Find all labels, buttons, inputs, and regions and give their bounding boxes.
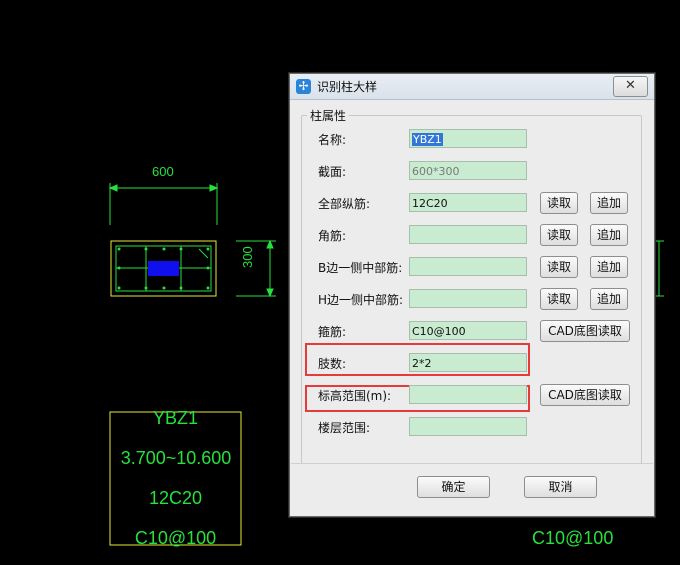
label-floor-range: 楼层范围:: [318, 421, 371, 435]
label-stirrups: 箍筋:: [318, 325, 347, 339]
label-corner-bars: 角筋:: [318, 229, 347, 243]
dim-right-text: 300: [240, 246, 255, 268]
name-field[interactable]: YBZ1: [409, 129, 527, 148]
dimension-width: [108, 183, 219, 225]
section-field[interactable]: 600*300: [409, 161, 527, 180]
annot-right: C10@100: [532, 528, 614, 548]
b-side-bars-field[interactable]: [409, 257, 527, 276]
cad-read-button-stirrups[interactable]: CAD底图读取: [540, 320, 630, 342]
label-all-long-bars: 全部纵筋:: [318, 197, 371, 211]
stirrups-field[interactable]: C10@100: [409, 321, 527, 340]
label-section: 截面:: [318, 165, 347, 179]
right-edge-dim: [656, 240, 664, 297]
dim-top-text: 600: [152, 164, 174, 179]
cad-read-button-elevation[interactable]: CAD底图读取: [540, 384, 630, 406]
label-limbs: 肢数:: [318, 357, 347, 371]
append-button-corner[interactable]: 追加: [590, 224, 628, 246]
read-button-corner[interactable]: 读取: [540, 224, 578, 246]
cancel-button[interactable]: 取消: [524, 476, 597, 498]
selected-marker: [148, 261, 179, 276]
dialog-title: 识别柱大样: [317, 80, 378, 94]
annot-line-2: 3.700~10.600: [120, 448, 232, 468]
corner-bars-field[interactable]: [409, 225, 527, 244]
label-elevation-range: 标高范围(m):: [318, 389, 392, 403]
dialog-titlebar[interactable]: ✢ 识别柱大样 ✕: [290, 74, 654, 100]
label-b-side-bars: B边一侧中部筋:: [318, 261, 403, 275]
annot-line-1: YBZ1: [152, 408, 199, 428]
ok-button[interactable]: 确定: [417, 476, 490, 498]
append-button-b-side[interactable]: 追加: [590, 256, 628, 278]
close-button[interactable]: ✕: [613, 76, 648, 97]
annotation-box: [109, 411, 242, 546]
read-button-all-bars[interactable]: 读取: [540, 192, 578, 214]
append-button-h-side[interactable]: 追加: [590, 288, 628, 310]
group-title: 柱属性: [307, 107, 350, 124]
floor-range-field[interactable]: [409, 417, 527, 436]
label-h-side-bars: H边一侧中部筋:: [318, 293, 404, 307]
annot-line-4: C10@100: [134, 528, 217, 548]
elevation-range-field[interactable]: [409, 385, 527, 404]
append-button-all-bars[interactable]: 追加: [590, 192, 628, 214]
read-button-h-side[interactable]: 读取: [540, 288, 578, 310]
column-detail-dialog: ✢ 识别柱大样 ✕ 柱属性 名称: YBZ1 截面: 600*300 全部纵筋:…: [289, 73, 655, 517]
annot-line-3: 12C20: [148, 488, 203, 508]
all-long-bars-field[interactable]: 12C20: [409, 193, 527, 212]
label-name: 名称:: [318, 133, 347, 147]
read-button-b-side[interactable]: 读取: [540, 256, 578, 278]
app-icon: ✢: [296, 79, 311, 94]
h-side-bars-field[interactable]: [409, 289, 527, 308]
limbs-field[interactable]: 2*2: [409, 353, 527, 372]
footer-separator: [291, 463, 653, 464]
close-icon: ✕: [625, 78, 636, 93]
